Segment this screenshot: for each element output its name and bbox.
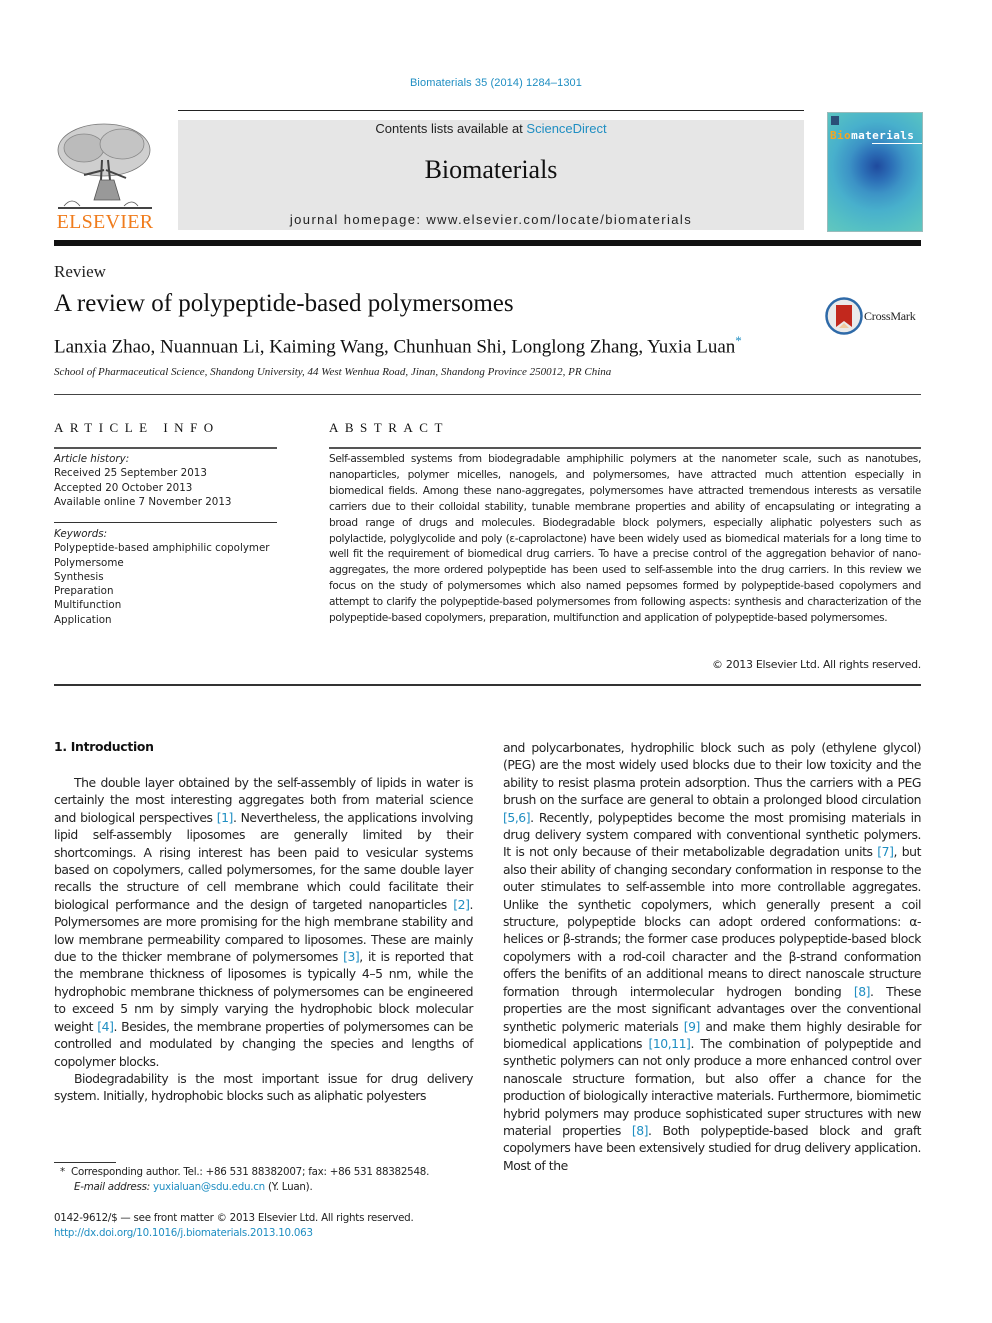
body-column-right: and polycarbonates, hydrophilic block su… xyxy=(503,739,921,1174)
abstract-bottom-rule xyxy=(54,684,921,686)
cover-emblem-icon xyxy=(831,116,839,125)
affiliation: School of Pharmaceutical Science, Shando… xyxy=(54,366,612,378)
abstract-rule xyxy=(329,447,921,449)
cover-title: Biomaterials xyxy=(830,129,914,142)
crossmark-label[interactable]: CrossMark xyxy=(864,309,916,324)
footnote-rule xyxy=(54,1162,116,1163)
reference-link[interactable]: [3] xyxy=(343,949,360,964)
email-suffix: (Y. Luan). xyxy=(264,1181,313,1193)
paragraph: and polycarbonates, hydrophilic block su… xyxy=(503,739,921,1174)
header-divider xyxy=(178,110,804,111)
article-type: Review xyxy=(54,262,106,281)
cover-line xyxy=(872,143,922,144)
keyword: Polypeptide-based amphiphilic copolymer xyxy=(54,542,270,555)
keyword: Multifunction xyxy=(54,599,122,612)
reference-link[interactable]: [7] xyxy=(877,844,894,859)
reference-link[interactable]: [8] xyxy=(632,1123,649,1138)
sciencedirect-link[interactable]: ScienceDirect xyxy=(526,121,606,136)
paragraph: Biodegradability is the most important i… xyxy=(54,1070,473,1104)
reference-link[interactable]: [10,11] xyxy=(648,1036,690,1051)
reference-link[interactable]: [2] xyxy=(453,897,470,912)
corresponding-info: Corresponding author. Tel.: +86 531 8838… xyxy=(71,1166,430,1178)
keyword: Preparation xyxy=(54,585,114,598)
text-run: . Nevertheless, the applications involvi… xyxy=(54,809,473,912)
journal-homepage[interactable]: journal homepage: www.elsevier.com/locat… xyxy=(178,212,804,227)
section-heading-introduction: 1. Introduction xyxy=(54,739,154,754)
reference-link[interactable]: [9] xyxy=(684,1019,701,1034)
journal-name: Biomaterials xyxy=(424,155,558,184)
reference-link[interactable]: [8] xyxy=(854,984,871,999)
cover-title-highlight: Bio xyxy=(830,129,852,142)
history-accepted: Accepted 20 October 2013 xyxy=(54,481,193,494)
abstract-text: Self-assembled systems from biodegradabl… xyxy=(329,453,921,625)
info-divider xyxy=(54,394,921,395)
footnote-mark: * xyxy=(60,1166,65,1178)
journal-cover-thumbnail[interactable]: Biomaterials xyxy=(827,112,923,232)
article-info-heading: ARTICLE INFO xyxy=(54,420,220,435)
text-run: and polycarbonates, hydrophilic block su… xyxy=(503,740,921,808)
crossmark-icon[interactable] xyxy=(825,297,863,335)
journal-header: Contents lists available at ScienceDirec… xyxy=(178,120,804,230)
text-run: , but also their ability of changing sec… xyxy=(503,844,921,999)
cover-title-rest: materials xyxy=(851,129,915,142)
author-list: Lanxia Zhao, Nuannuan Li, Kaiming Wang, … xyxy=(54,333,742,358)
reference-link[interactable]: [4] xyxy=(97,1019,114,1034)
elsevier-wordmark[interactable]: ELSEVIER xyxy=(54,211,156,234)
keyword: Synthesis xyxy=(54,570,104,583)
paragraph: The double layer obtained by the self-as… xyxy=(54,774,473,1070)
history-received: Received 25 September 2013 xyxy=(54,467,207,480)
email-link[interactable]: yuxialuan@sdu.edu.cn xyxy=(153,1181,265,1193)
history-label: Article history: xyxy=(54,453,130,465)
email-label: E-mail address: xyxy=(74,1181,150,1193)
reference-link[interactable]: [5,6] xyxy=(503,810,531,825)
article-title: A review of polypeptide-based polymersom… xyxy=(54,290,514,317)
front-matter: 0142-9612/$ — see front matter © 2013 El… xyxy=(54,1211,484,1241)
header-thick-rule xyxy=(54,240,921,246)
abstract-heading: ABSTRACT xyxy=(329,420,449,435)
keywords-rule xyxy=(54,522,277,523)
corresponding-author-footnote: * Corresponding author. Tel.: +86 531 88… xyxy=(54,1165,484,1195)
abstract-copyright: © 2013 Elsevier Ltd. All rights reserved… xyxy=(712,658,921,671)
keywords-label: Keywords: xyxy=(54,528,108,540)
journal-citation[interactable]: Biomaterials 35 (2014) 1284–1301 xyxy=(0,77,992,89)
issn-line: 0142-9612/$ — see front matter © 2013 El… xyxy=(54,1212,414,1224)
keyword: Application xyxy=(54,613,112,626)
article-history: Article history: Received 25 September 2… xyxy=(54,452,277,509)
reference-link[interactable]: [1] xyxy=(217,810,234,825)
contents-prefix: Contents lists available at xyxy=(375,121,527,136)
contents-line: Contents lists available at ScienceDirec… xyxy=(178,121,804,136)
text-run: . Recently, polypeptides become the most… xyxy=(503,809,921,860)
body-column-left: The double layer obtained by the self-as… xyxy=(54,774,473,1105)
doi-link[interactable]: http://dx.doi.org/10.1016/j.biomaterials… xyxy=(54,1226,484,1241)
article-info-rule xyxy=(54,447,277,449)
authors-text[interactable]: Lanxia Zhao, Nuannuan Li, Kaiming Wang, … xyxy=(54,336,735,357)
text-run: . Besides, the membrane properties of po… xyxy=(54,1018,473,1069)
corresponding-author-mark[interactable]: * xyxy=(735,333,742,348)
keyword: Polymersome xyxy=(54,556,124,569)
keywords-list: Keywords: Polypeptide-based amphiphilic … xyxy=(54,527,277,627)
history-online: Available online 7 November 2013 xyxy=(54,495,232,508)
